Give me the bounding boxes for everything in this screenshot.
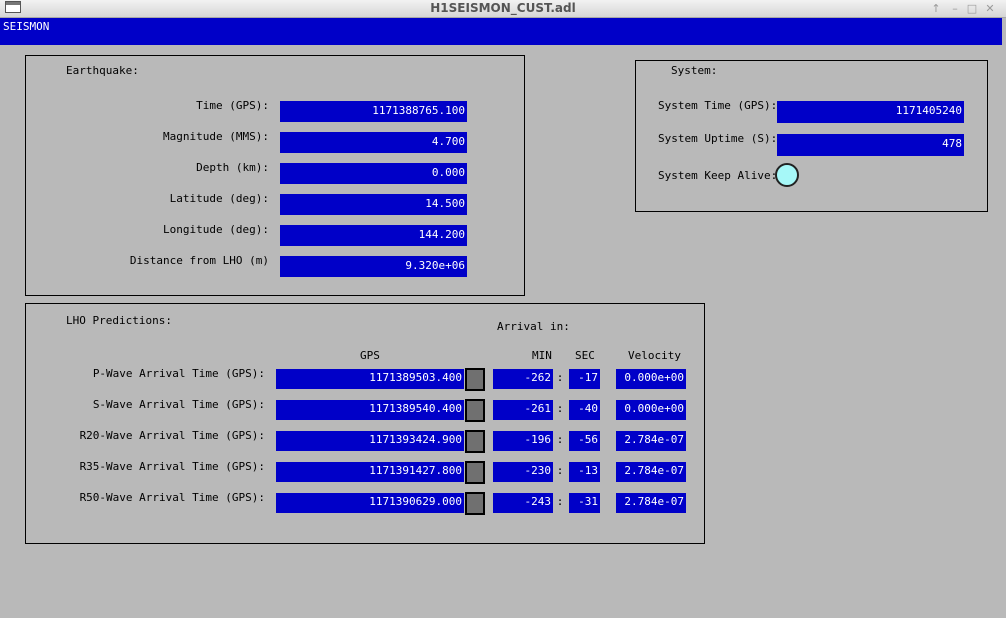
earthquake-title: Earthquake: [66,64,139,77]
maximize-icon[interactable]: □ [964,0,980,17]
s-wave-velocity-value: 0.000e+00 [616,400,686,420]
p-wave-sec-value: -17 [569,369,600,389]
predictions-title: LHO Predictions: [66,314,172,327]
eq-time-value: 1171388765.100 [280,101,467,122]
r50-wave-velocity-value: 2.784e-07 [616,493,686,513]
p-wave-label: P-Wave Arrival Time (GPS): [92,367,265,380]
col-header-min: MIN [532,349,552,362]
close-icon[interactable]: ✕ [982,0,998,17]
r35-wave-status-indicator [465,461,485,484]
r20-wave-velocity-value: 2.784e-07 [616,431,686,451]
p-wave-min-value: -262 [493,369,553,389]
eq-latitude-value: 14.500 [280,194,467,215]
r50-wave-sec-value: -31 [569,493,600,513]
r35-wave-sec-value: -13 [569,462,600,482]
eq-depth-value: 0.000 [280,163,467,184]
r20-wave-separator: : [556,433,564,446]
s-wave-separator: : [556,402,564,415]
eq-magnitude-label: Magnitude (MMS): [163,130,269,143]
seismon-header-bar: SEISMON [0,18,1002,45]
r50-wave-separator: : [556,495,564,508]
minimize-icon[interactable]: – [947,0,963,17]
r20-wave-status-indicator [465,430,485,453]
r20-wave-gps-value: 1171393424.900 [276,431,464,451]
p-wave-status-indicator [465,368,485,391]
eq-time-label: Time (GPS): [196,99,269,112]
r20-wave-min-value: -196 [493,431,553,451]
col-header-gps: GPS [360,349,380,362]
window-title: H1SEISMON_CUST.adl [430,1,576,15]
system-uptime-label: System Uptime (S): [658,132,778,145]
keep-above-icon[interactable]: ↑ [928,0,944,17]
col-header-velocity: Velocity [628,349,681,362]
s-wave-gps-value: 1171389540.400 [276,400,464,420]
r50-wave-status-indicator [465,492,485,515]
s-wave-sec-value: -40 [569,400,600,420]
eq-distance-value: 9.320e+06 [280,256,467,277]
r35-wave-gps-value: 1171391427.800 [276,462,464,482]
system-time-label: System Time (GPS): [658,99,778,112]
p-wave-gps-value: 1171389503.400 [276,369,464,389]
keepalive-indicator [775,163,799,187]
r50-wave-label: R50-Wave Arrival Time (GPS): [79,491,265,504]
col-header-sec: SEC [575,349,595,362]
eq-distance-label: Distance from LHO (m) [129,254,269,267]
eq-depth-label: Depth (km): [196,161,269,174]
s-wave-status-indicator [465,399,485,422]
p-wave-velocity-value: 0.000e+00 [616,369,686,389]
eq-latitude-label: Latitude (deg): [169,192,269,205]
r20-wave-label: R20-Wave Arrival Time (GPS): [79,429,265,442]
system-time-value: 1171405240 [777,101,964,123]
system-keepalive-label: System Keep Alive: [658,169,778,182]
r50-wave-gps-value: 1171390629.000 [276,493,464,513]
eq-longitude-label: Longitude (deg): [163,223,269,236]
r35-wave-separator: : [556,464,564,477]
eq-magnitude-value: 4.700 [280,132,467,153]
eq-longitude-value: 144.200 [280,225,467,246]
r20-wave-sec-value: -56 [569,431,600,451]
system-title: System: [671,64,718,77]
r35-wave-velocity-value: 2.784e-07 [616,462,686,482]
arrival-in-label: Arrival in: [497,320,570,333]
s-wave-min-value: -261 [493,400,553,420]
s-wave-label: S-Wave Arrival Time (GPS): [92,398,265,411]
r35-wave-label: R35-Wave Arrival Time (GPS): [79,460,265,473]
r35-wave-min-value: -230 [493,462,553,482]
window-titlebar: H1SEISMON_CUST.adl ↑ – □ ✕ [0,0,1006,18]
header-label: SEISMON [3,20,50,33]
p-wave-separator: : [556,371,564,384]
system-uptime-value: 478 [777,134,964,156]
r50-wave-min-value: -243 [493,493,553,513]
